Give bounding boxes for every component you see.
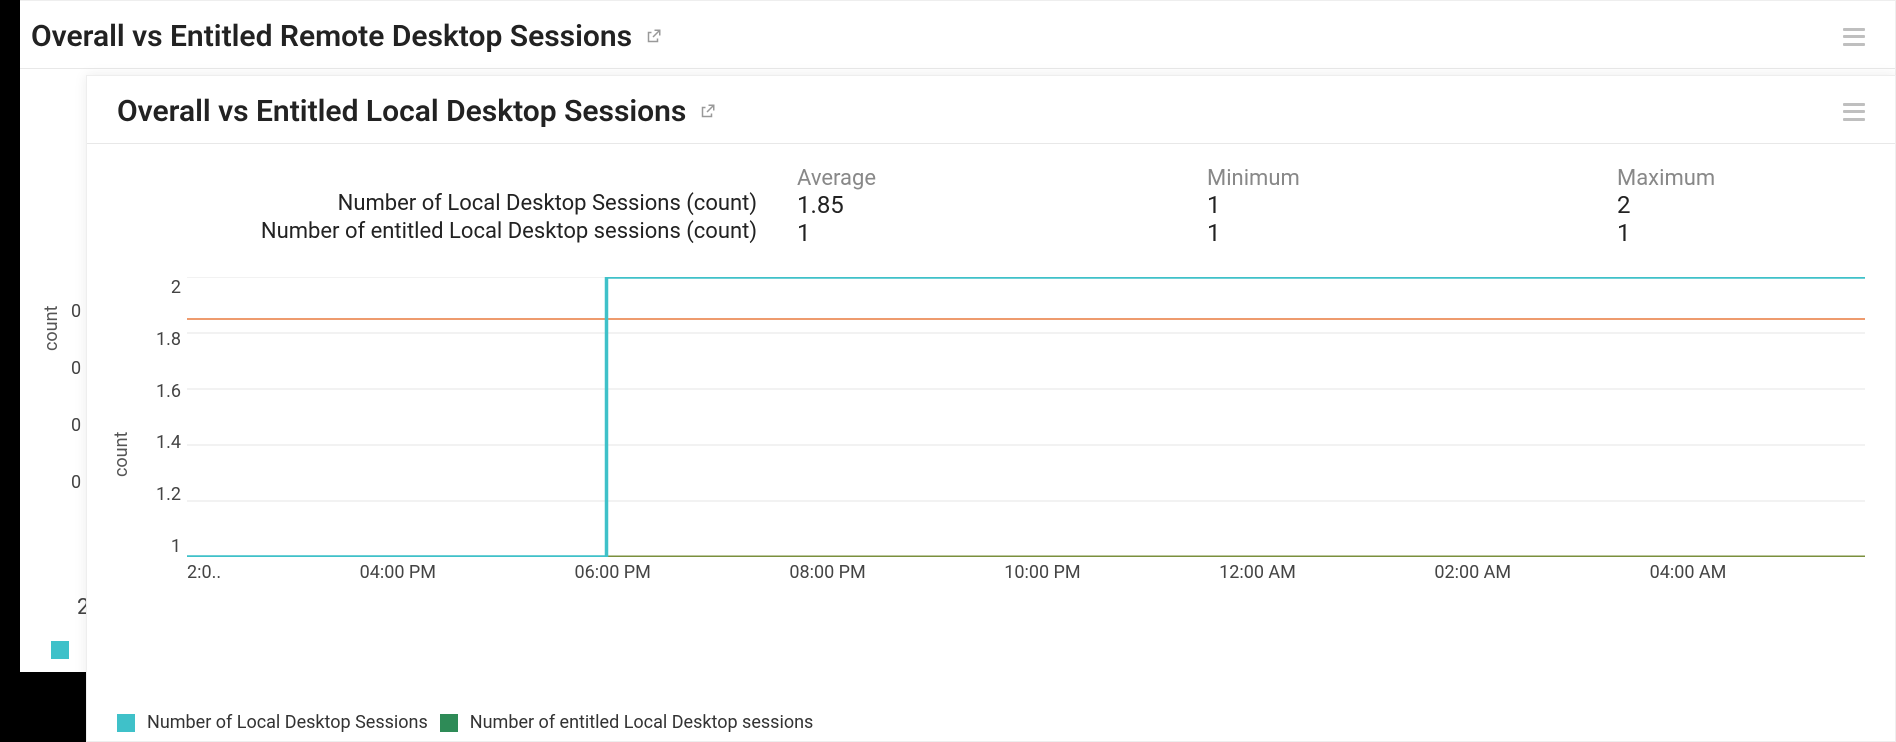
chart-ylabel: count (111, 432, 132, 477)
xtick: 02:00 AM (1434, 562, 1511, 583)
cell-min: 1 (1207, 191, 1607, 219)
ytick: 1.4 (156, 432, 181, 453)
remote-yticks: 0 0 0 0 (71, 301, 81, 529)
col-average: Average (797, 166, 1197, 191)
xtick: 04:00 AM (1650, 562, 1727, 583)
ytick: 1 (171, 536, 181, 557)
ytick: 1.2 (156, 484, 181, 505)
chart-area: count 2 1.8 1.6 1.4 1.2 1 2:0.. 04:00 PM… (117, 277, 1865, 607)
xtick: 10:00 PM (1004, 562, 1080, 583)
cell-avg: 1 (797, 219, 1197, 247)
stats-table: Average Minimum Maximum Number of Local … (87, 144, 1895, 257)
panel-local-header: Overall vs Entitled Local Desktop Sessio… (87, 76, 1895, 144)
remote-ytick: 0 (71, 358, 81, 379)
remote-legend-chip (51, 641, 69, 659)
chart-xticks: 2:0.. 04:00 PM 06:00 PM 08:00 PM 10:00 P… (187, 562, 1865, 583)
col-minimum: Minimum (1207, 166, 1607, 191)
frame-black-bottom (0, 672, 86, 742)
frame-black-left (0, 0, 20, 742)
legend-label-2: Number of entitled Local Desktop session… (470, 712, 814, 733)
panel-remote-title: Overall vs Entitled Remote Desktop Sessi… (31, 19, 632, 54)
popout-icon[interactable] (698, 103, 716, 121)
chart-plot[interactable] (187, 277, 1865, 557)
chart-yticks: 2 1.8 1.6 1.4 1.2 1 (147, 277, 181, 557)
legend-chip-1 (117, 714, 135, 732)
remote-ytick: 0 (71, 301, 81, 322)
remote-ytick: 0 (71, 472, 81, 493)
row-label: Number of entitled Local Desktop session… (117, 219, 787, 247)
cell-max: 1 (1617, 219, 1896, 247)
xtick: 12:00 AM (1219, 562, 1296, 583)
cell-min: 1 (1207, 219, 1607, 247)
xtick: 04:00 PM (360, 562, 436, 583)
col-maximum: Maximum (1617, 166, 1896, 191)
legend-chip-2 (440, 714, 458, 732)
panel-local-sessions: Overall vs Entitled Local Desktop Sessio… (86, 75, 1896, 742)
xtick: 2:0.. (187, 562, 221, 583)
xtick: 06:00 PM (574, 562, 650, 583)
popout-icon[interactable] (644, 28, 662, 46)
cell-max: 2 (1617, 191, 1896, 219)
xtick: 08:00 PM (789, 562, 865, 583)
panel-menu-icon[interactable] (1843, 28, 1865, 46)
ytick: 1.6 (156, 381, 181, 402)
legend-label-1: Number of Local Desktop Sessions (147, 712, 428, 733)
panel-local-title: Overall vs Entitled Local Desktop Sessio… (117, 94, 686, 129)
remote-ylabel: count (41, 306, 62, 351)
remote-ytick: 0 (71, 415, 81, 436)
panel-remote-header: Overall vs Entitled Remote Desktop Sessi… (1, 1, 1895, 69)
cell-avg: 1.85 (797, 191, 1197, 219)
row-label: Number of Local Desktop Sessions (count) (117, 191, 787, 219)
panel-menu-icon[interactable] (1843, 103, 1865, 121)
chart-legend: Number of Local Desktop Sessions Number … (117, 712, 813, 733)
ytick: 1.8 (156, 329, 181, 350)
ytick: 2 (171, 277, 181, 298)
